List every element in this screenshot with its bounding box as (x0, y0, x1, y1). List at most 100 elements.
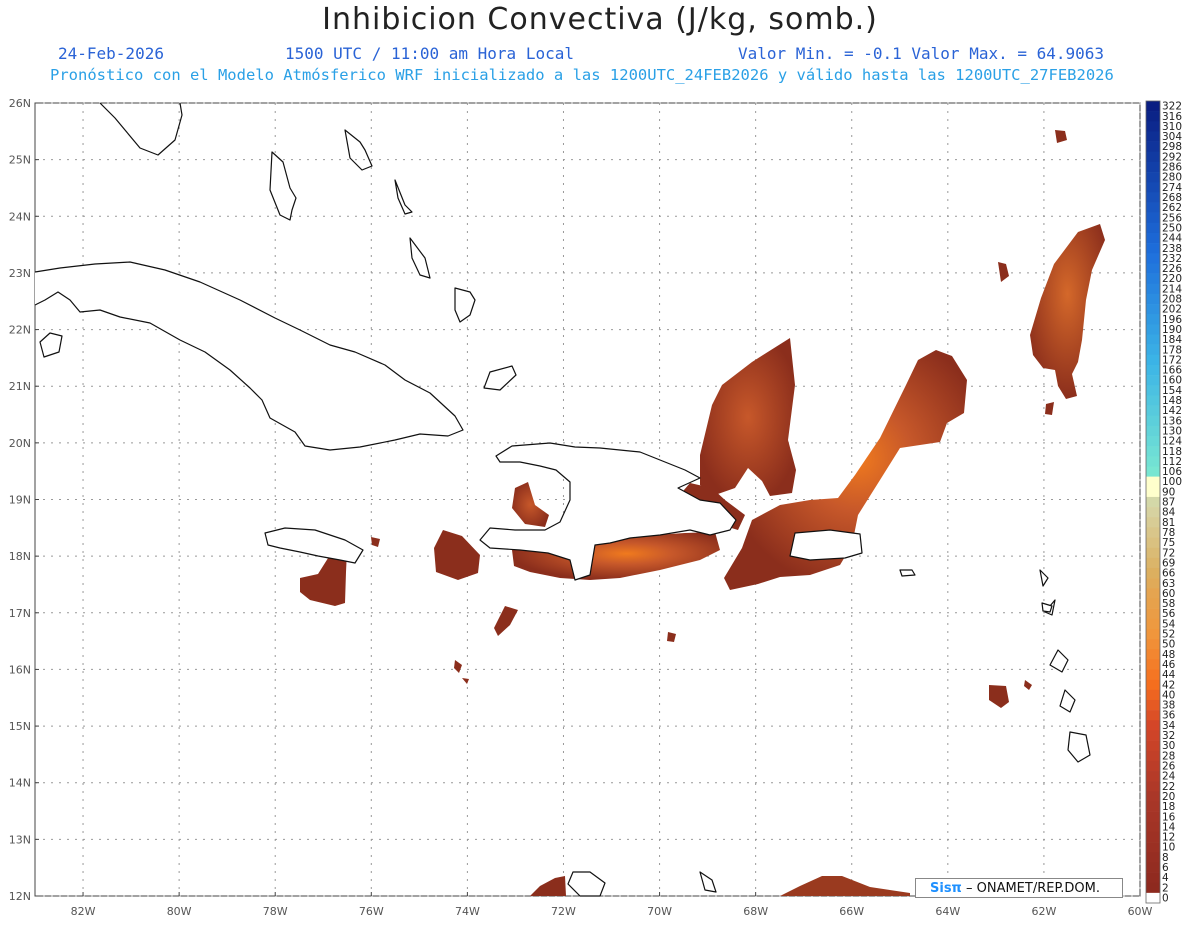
colorbar-swatch (1146, 821, 1160, 833)
lon-tick-label: 76W (359, 905, 384, 918)
colorbar-swatch (1146, 415, 1160, 427)
lat-tick-label: 12N (9, 890, 31, 903)
cin-area-small-n (1055, 130, 1067, 143)
colorbar-swatch (1146, 232, 1160, 244)
lat-tick-label: 16N (9, 663, 31, 676)
cin-area-small-2 (494, 606, 518, 636)
colorbar-swatch (1146, 324, 1160, 335)
colorbar-swatch (1146, 730, 1160, 741)
colorbar-swatch (1146, 151, 1160, 163)
colorbar-swatch (1146, 588, 1160, 599)
cin-area-small-6 (989, 685, 1009, 708)
colorbar-swatch (1146, 639, 1160, 650)
cin-area-central-north (700, 338, 796, 496)
colorbar-swatch (1146, 131, 1160, 142)
colorbar-swatch (1146, 699, 1160, 711)
map-plot: 26N 25N 24N 23N 22N 21N 20N 19N 18N 17N 16N 15N 14N 1… (9, 97, 1183, 918)
colorbar-swatch (1146, 892, 1160, 904)
colorbar-swatch (1146, 872, 1160, 883)
colorbar-swatch (1146, 293, 1160, 305)
caribbean-outline-2 (1059, 689, 1076, 713)
colorbar-swatch (1146, 446, 1160, 457)
caribbean-outline-6 (1039, 569, 1049, 587)
cin-area-south-west (530, 876, 566, 896)
colorbar-swatch (1146, 101, 1160, 112)
colorbar-swatch (1146, 425, 1160, 437)
isla-juventud-outline (39, 332, 63, 358)
colorbar-swatch (1146, 791, 1160, 802)
lat-tick-label: 13N (9, 833, 31, 846)
colorbar-swatch (1146, 811, 1160, 823)
colorbar-swatch (1146, 222, 1160, 234)
colorbar-swatch (1146, 182, 1160, 193)
cin-area-south-center (780, 876, 910, 896)
lon-tick-label: 80W (167, 905, 192, 918)
lon-tick-label: 62W (1031, 905, 1056, 918)
credit-box: Sisπ – ONAMET/REP.DOM. (915, 878, 1123, 898)
colorbar-swatch (1146, 547, 1160, 559)
lat-tick-label: 25N (9, 154, 31, 167)
lon-tick-label: 72W (551, 905, 576, 918)
colorbar-swatch (1146, 618, 1160, 630)
colorbar-swatch (1146, 801, 1160, 812)
lon-tick-label: 68W (743, 905, 768, 918)
colorbar-swatch (1146, 852, 1160, 863)
colorbar-swatch (1146, 557, 1160, 569)
lat-tick-label: 21N (9, 380, 31, 393)
colorbar-swatch (1146, 375, 1160, 386)
colorbar-swatch (1146, 476, 1160, 488)
lat-tick-label: 17N (9, 607, 31, 620)
lat-tick-label: 26N (9, 97, 31, 110)
colorbar-swatch (1146, 364, 1160, 376)
colorbar-swatch (1146, 740, 1160, 752)
colorbar-swatch (1146, 760, 1160, 772)
tobago-outline (1049, 649, 1069, 673)
colorbar-swatch (1146, 842, 1160, 853)
colorbar-swatch (1146, 161, 1160, 173)
lat-tick-label: 22N (9, 324, 31, 337)
colorbar-swatch (1146, 202, 1160, 213)
credit-text: – ONAMET/REP.DOM. (961, 881, 1100, 896)
puerto-rico-outline (789, 529, 863, 561)
lon-tick-label: 70W (647, 905, 672, 918)
cin-area-haiti-west (512, 482, 549, 527)
colorbar-swatch (1146, 253, 1160, 264)
colorbar-swatch (1146, 669, 1160, 680)
colorbar-swatch (1146, 507, 1160, 518)
colorbar-swatch (1146, 710, 1160, 721)
colorbar-swatch (1146, 405, 1160, 417)
caribbean-outline-3 (567, 871, 606, 897)
cin-area-small-7 (1045, 402, 1054, 415)
colorbar-swatch (1146, 882, 1160, 894)
colorbar-swatch (1146, 304, 1160, 315)
colorbar-swatch (1146, 750, 1160, 762)
cin-area-small-4 (454, 660, 462, 673)
caribbean-outline-4 (699, 871, 717, 893)
colorbar-swatch (1146, 628, 1160, 640)
colorbar-label: 0 (1162, 892, 1169, 904)
bahamas-outline-2 (394, 179, 413, 215)
colorbar-swatch (1146, 354, 1160, 366)
colorbar-swatch (1146, 608, 1160, 620)
colorbar-swatch (1146, 121, 1160, 132)
colorbar-swatch (1146, 172, 1160, 183)
bahamas-outline-3 (409, 237, 431, 279)
colorbar-swatch (1146, 456, 1160, 467)
cin-area-small-8 (1024, 680, 1032, 690)
lat-tick-label: 14N (9, 777, 31, 790)
lon-tick-label: 66W (839, 905, 864, 918)
colorbar-swatch (1146, 466, 1160, 477)
lat-tick-label: 20N (9, 437, 31, 450)
colorbar-swatch (1146, 831, 1160, 843)
colorbar-swatch (1146, 862, 1160, 873)
lon-tick-label: 74W (455, 905, 480, 918)
cin-area-small-5 (462, 678, 469, 684)
colorbar-swatch (1146, 537, 1160, 548)
cin-area-small-1 (371, 537, 380, 547)
colorbar-swatch (1146, 111, 1160, 122)
florida-outline (99, 102, 183, 156)
colorbar-swatch (1146, 385, 1160, 396)
lon-tick-label: 64W (935, 905, 960, 918)
colorbar-swatch (1146, 598, 1160, 609)
colorbar-swatch (1146, 659, 1160, 670)
